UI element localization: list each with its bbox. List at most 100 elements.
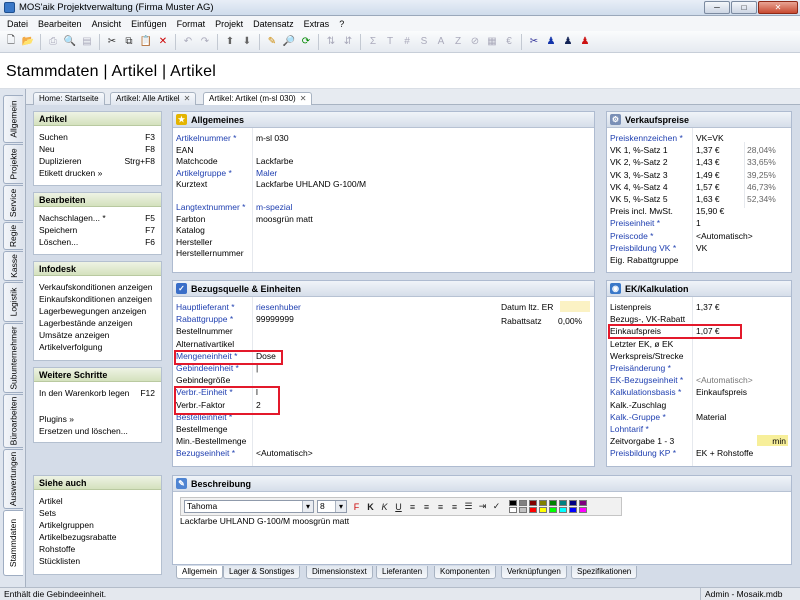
field-label[interactable]: Bezugseinheit * — [176, 447, 235, 459]
field-value[interactable]: 1,43 € — [696, 156, 720, 168]
field-label[interactable]: EK-Bezugseinheit * — [610, 374, 683, 386]
field-label[interactable]: Lohntarif * — [610, 423, 649, 435]
hash-icon[interactable]: # — [399, 34, 415, 50]
menu-format[interactable]: Format — [172, 19, 211, 29]
description-text[interactable]: Lackfarbe UHLAND G-100/M moosgrün matt — [180, 516, 349, 526]
side-item-umsätze-anzeigen[interactable]: Umsätze anzeigen — [34, 329, 161, 341]
font-select[interactable]: Tahoma — [184, 500, 314, 513]
side-item-ersetzen-und-löschen[interactable]: Ersetzen und löschen... — [34, 425, 161, 437]
underline-icon[interactable]: U — [392, 500, 405, 513]
color-swatch[interactable] — [559, 507, 567, 513]
side-item-duplizieren[interactable]: Duplizieren Strg+F8 — [34, 155, 161, 167]
filter-icon[interactable]: ⊘ — [467, 34, 483, 50]
color-swatch[interactable] — [579, 507, 587, 513]
color-swatch[interactable] — [579, 500, 587, 506]
color-swatch[interactable] — [549, 507, 557, 513]
open-icon[interactable]: 📂 — [20, 34, 36, 50]
field-label[interactable]: Preisbildung VK * — [610, 242, 676, 254]
color-swatch[interactable] — [529, 507, 537, 513]
user-red-icon[interactable]: ♟ — [577, 34, 593, 50]
side-item-suchen[interactable]: Suchen F3 — [34, 131, 161, 143]
field-label[interactable]: Kalk.-Gruppe * — [610, 411, 666, 423]
field-value[interactable]: 15,90 € — [696, 205, 724, 217]
side-item-in-den-warenkorb-legen[interactable]: In den Warenkorb legen F12 — [34, 387, 161, 399]
side-item-rohstoffe[interactable]: Rohstoffe — [34, 543, 161, 555]
sum-icon[interactable]: Σ — [365, 34, 381, 50]
side-item-artikelgruppen[interactable]: Artikelgruppen — [34, 519, 161, 531]
vtab-bueroarbeiten[interactable]: Büroarbeiten — [3, 394, 23, 448]
field-label[interactable]: Artikelnummer * — [176, 132, 236, 144]
paste-icon[interactable]: 📋 — [138, 34, 154, 50]
field-value[interactable]: Lackfarbe — [256, 155, 293, 167]
side-item-nachschlagen[interactable]: Nachschlagen... * F5 — [34, 212, 161, 224]
menu-ansicht[interactable]: Ansicht — [87, 19, 127, 29]
sort-asc-icon[interactable]: ⇅ — [323, 34, 339, 50]
find-icon[interactable]: 🔎 — [281, 34, 297, 50]
side-item-lagerbewegungen-anzeigen[interactable]: Lagerbewegungen anzeigen — [34, 305, 161, 317]
color-swatch[interactable] — [509, 500, 517, 506]
close-icon[interactable]: ✕ — [184, 94, 191, 103]
percent-value[interactable]: 52,34% — [747, 193, 776, 205]
date-icon[interactable]: ▦ — [484, 34, 500, 50]
field-value[interactable]: EK + Rohstoffe — [696, 447, 753, 459]
color-swatch[interactable] — [549, 500, 557, 506]
spellcheck-icon[interactable]: ✓ — [490, 500, 503, 513]
field-value[interactable]: 1 — [696, 217, 701, 229]
pencil-icon[interactable]: ✎ — [264, 34, 280, 50]
btab-lager[interactable]: Lager & Sonstiges — [223, 566, 301, 579]
minimize-button[interactable]: ─ — [704, 1, 730, 14]
field-value[interactable]: Material — [696, 411, 726, 423]
side-item-einkaufskonditionen-anzeigen[interactable]: Einkaufskonditionen anzeigen — [34, 293, 161, 305]
vtab-stammdaten[interactable]: Stammdaten — [3, 510, 23, 576]
page-icon[interactable]: ▤ — [79, 34, 95, 50]
redo-icon[interactable]: ↷ — [197, 34, 213, 50]
field-value[interactable]: moosgrün matt — [256, 213, 313, 225]
percent-value[interactable]: 33,65% — [747, 156, 776, 168]
close-icon[interactable]: ✕ — [300, 94, 307, 103]
menu-help[interactable]: ? — [334, 19, 349, 29]
a-icon[interactable]: A — [433, 34, 449, 50]
close-button[interactable]: ✕ — [758, 1, 798, 14]
menu-projekt[interactable]: Projekt — [210, 19, 248, 29]
menu-datei[interactable]: Datei — [2, 19, 33, 29]
field-value[interactable]: <Automatisch> — [696, 374, 753, 386]
field-value[interactable]: VK=VK — [696, 132, 724, 144]
vtab-allgemein[interactable]: Allgemein — [3, 95, 23, 143]
btab-komponenten[interactable]: Komponenten — [434, 566, 496, 579]
percent-value[interactable]: 28,04% — [747, 144, 776, 156]
field-value[interactable]: 1,37 € — [696, 144, 720, 156]
side-item-artikelbezugsrabatte[interactable]: Artikelbezugsrabatte — [34, 531, 161, 543]
color-swatch[interactable] — [569, 500, 577, 506]
field-label[interactable]: Preisänderung * — [610, 362, 671, 374]
refresh-icon[interactable]: ⟳ — [298, 34, 314, 50]
align-center-icon[interactable]: ≡ — [420, 500, 433, 513]
field-label[interactable]: Preisbildung KP * — [610, 447, 676, 459]
side-item-artikel[interactable]: Artikel — [34, 495, 161, 507]
field-value[interactable]: Einkaufspreis — [696, 386, 747, 398]
delete-icon[interactable]: ✕ — [155, 34, 171, 50]
font-color-icon[interactable]: F — [350, 500, 363, 513]
vtab-kasse[interactable]: Kasse — [3, 251, 23, 281]
field-label[interactable]: Preiscode * — [610, 230, 653, 242]
btab-verknuepfungen[interactable]: Verknüpfungen — [501, 566, 567, 579]
indent-icon[interactable]: ⇥ — [476, 500, 489, 513]
user-dark-icon[interactable]: ♟ — [560, 34, 576, 50]
field-label[interactable]: Preiskennzeichen * — [610, 132, 683, 144]
btab-lieferanten[interactable]: Lieferanten — [376, 566, 429, 579]
field-value[interactable]: <Automatisch> — [696, 230, 753, 242]
field-label[interactable]: Langtextnummer * — [176, 201, 245, 213]
color-swatch[interactable] — [569, 507, 577, 513]
color-swatch[interactable] — [509, 507, 517, 513]
menu-datensatz[interactable]: Datensatz — [248, 19, 299, 29]
z-icon[interactable]: Z — [450, 34, 466, 50]
user-blue-icon[interactable]: ♟ — [543, 34, 559, 50]
side-item-artikelverfolgung[interactable]: Artikelverfolgung — [34, 341, 161, 353]
vtab-subunternehmer[interactable]: Subunternehmer — [3, 323, 23, 393]
vtab-service[interactable]: Service — [3, 185, 23, 221]
field-value[interactable]: m-spezial — [256, 201, 292, 213]
field-label[interactable]: Kalkulationsbasis * — [610, 386, 681, 398]
rabattsatz-value[interactable]: 0,00% — [558, 315, 582, 327]
side-item-plugins[interactable]: Plugins » — [34, 413, 161, 425]
vtab-projekte[interactable]: Projekte — [3, 144, 23, 184]
text-t-icon[interactable]: T — [382, 34, 398, 50]
